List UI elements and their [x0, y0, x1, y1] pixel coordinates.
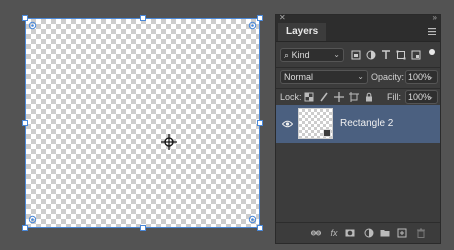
filter-row: ⌕ Kind ⌄ — [280, 47, 436, 63]
blend-row: Normal ⌄ Opacity: 100% ⌄ — [280, 69, 438, 85]
divider — [276, 67, 440, 68]
chevron-down-icon: ⌄ — [333, 50, 340, 59]
group-folder-icon[interactable] — [380, 228, 390, 238]
pixel-filter-icon[interactable] — [351, 50, 361, 60]
panel-title-strip: ✕ » — [276, 13, 440, 23]
adjustment-filter-icon[interactable] — [366, 50, 376, 60]
chevron-down-icon: ⌄ — [427, 72, 434, 81]
lock-image-icon[interactable] — [319, 92, 329, 102]
lock-all-icon[interactable] — [364, 92, 374, 102]
transform-handle-top-left[interactable] — [22, 15, 28, 21]
search-icon: ⌕ — [284, 50, 290, 60]
blend-mode-select[interactable]: Normal ⌄ — [280, 70, 368, 84]
close-panel-icon[interactable]: ✕ — [279, 13, 286, 22]
canvas-document[interactable] — [22, 15, 263, 231]
corner-anchor-icon[interactable] — [248, 21, 257, 30]
shape-layer-badge-icon — [323, 129, 331, 137]
layer-name[interactable]: Rectangle 2 — [340, 118, 393, 129]
lock-artboard-icon[interactable] — [349, 92, 359, 102]
reference-point-icon[interactable] — [161, 134, 177, 150]
eye-visibility-icon[interactable] — [282, 120, 293, 128]
opacity-input[interactable]: 100% ⌄ — [405, 70, 438, 84]
tab-layers[interactable]: Layers — [278, 23, 327, 41]
smart-object-filter-icon[interactable] — [411, 50, 421, 60]
chevron-down-icon: ⌄ — [427, 92, 434, 101]
chevron-down-icon: ⌄ — [357, 72, 364, 81]
layer-row[interactable]: Rectangle 2 — [276, 105, 440, 143]
transform-handle-left[interactable] — [22, 120, 28, 126]
opacity-label: Opacity: — [371, 72, 405, 82]
filter-toggle-icon[interactable] — [428, 48, 436, 56]
layer-thumbnail[interactable] — [298, 108, 333, 139]
transform-handle-bottom-right[interactable] — [257, 225, 263, 231]
fill-input[interactable]: 100% ⌄ — [405, 90, 438, 104]
lock-transparent-icon[interactable] — [304, 92, 314, 102]
new-layer-icon[interactable] — [397, 228, 407, 238]
mask-icon[interactable] — [345, 228, 355, 238]
panel-bottom-bar: fx — [276, 222, 440, 243]
trash-icon[interactable] — [416, 228, 426, 238]
layers-panel: ✕ » Layers ⌕ Kind ⌄ Normal ⌄ Opacity: 10… — [275, 13, 441, 244]
transform-handle-right[interactable] — [257, 120, 263, 126]
transform-handle-bottom-left[interactable] — [22, 225, 28, 231]
transform-handle-bottom[interactable] — [140, 225, 146, 231]
adjustment-icon[interactable] — [364, 228, 374, 238]
fx-icon[interactable]: fx — [328, 228, 340, 238]
corner-anchor-icon[interactable] — [28, 21, 37, 30]
transform-handle-top[interactable] — [140, 15, 146, 21]
lock-row: Lock: Fill: 100% ⌄ — [280, 89, 438, 105]
blend-mode-value: Normal — [284, 72, 314, 82]
link-layers-icon[interactable] — [311, 228, 321, 238]
corner-anchor-icon[interactable] — [248, 215, 257, 224]
filter-kind-select[interactable]: ⌕ Kind ⌄ — [280, 48, 344, 62]
corner-anchor-icon[interactable] — [28, 215, 37, 224]
transform-handle-top-right[interactable] — [257, 15, 263, 21]
panel-menu-icon[interactable] — [428, 28, 436, 35]
type-filter-icon[interactable] — [381, 50, 391, 60]
fill-label: Fill: — [387, 92, 401, 102]
collapse-panel-icon[interactable]: » — [433, 13, 437, 22]
lock-position-icon[interactable] — [334, 92, 344, 102]
lock-label: Lock: — [280, 92, 302, 102]
filter-kind-value: Kind — [291, 50, 310, 60]
panel-tab-bar: Layers — [276, 23, 440, 42]
shape-filter-icon[interactable] — [396, 50, 406, 60]
